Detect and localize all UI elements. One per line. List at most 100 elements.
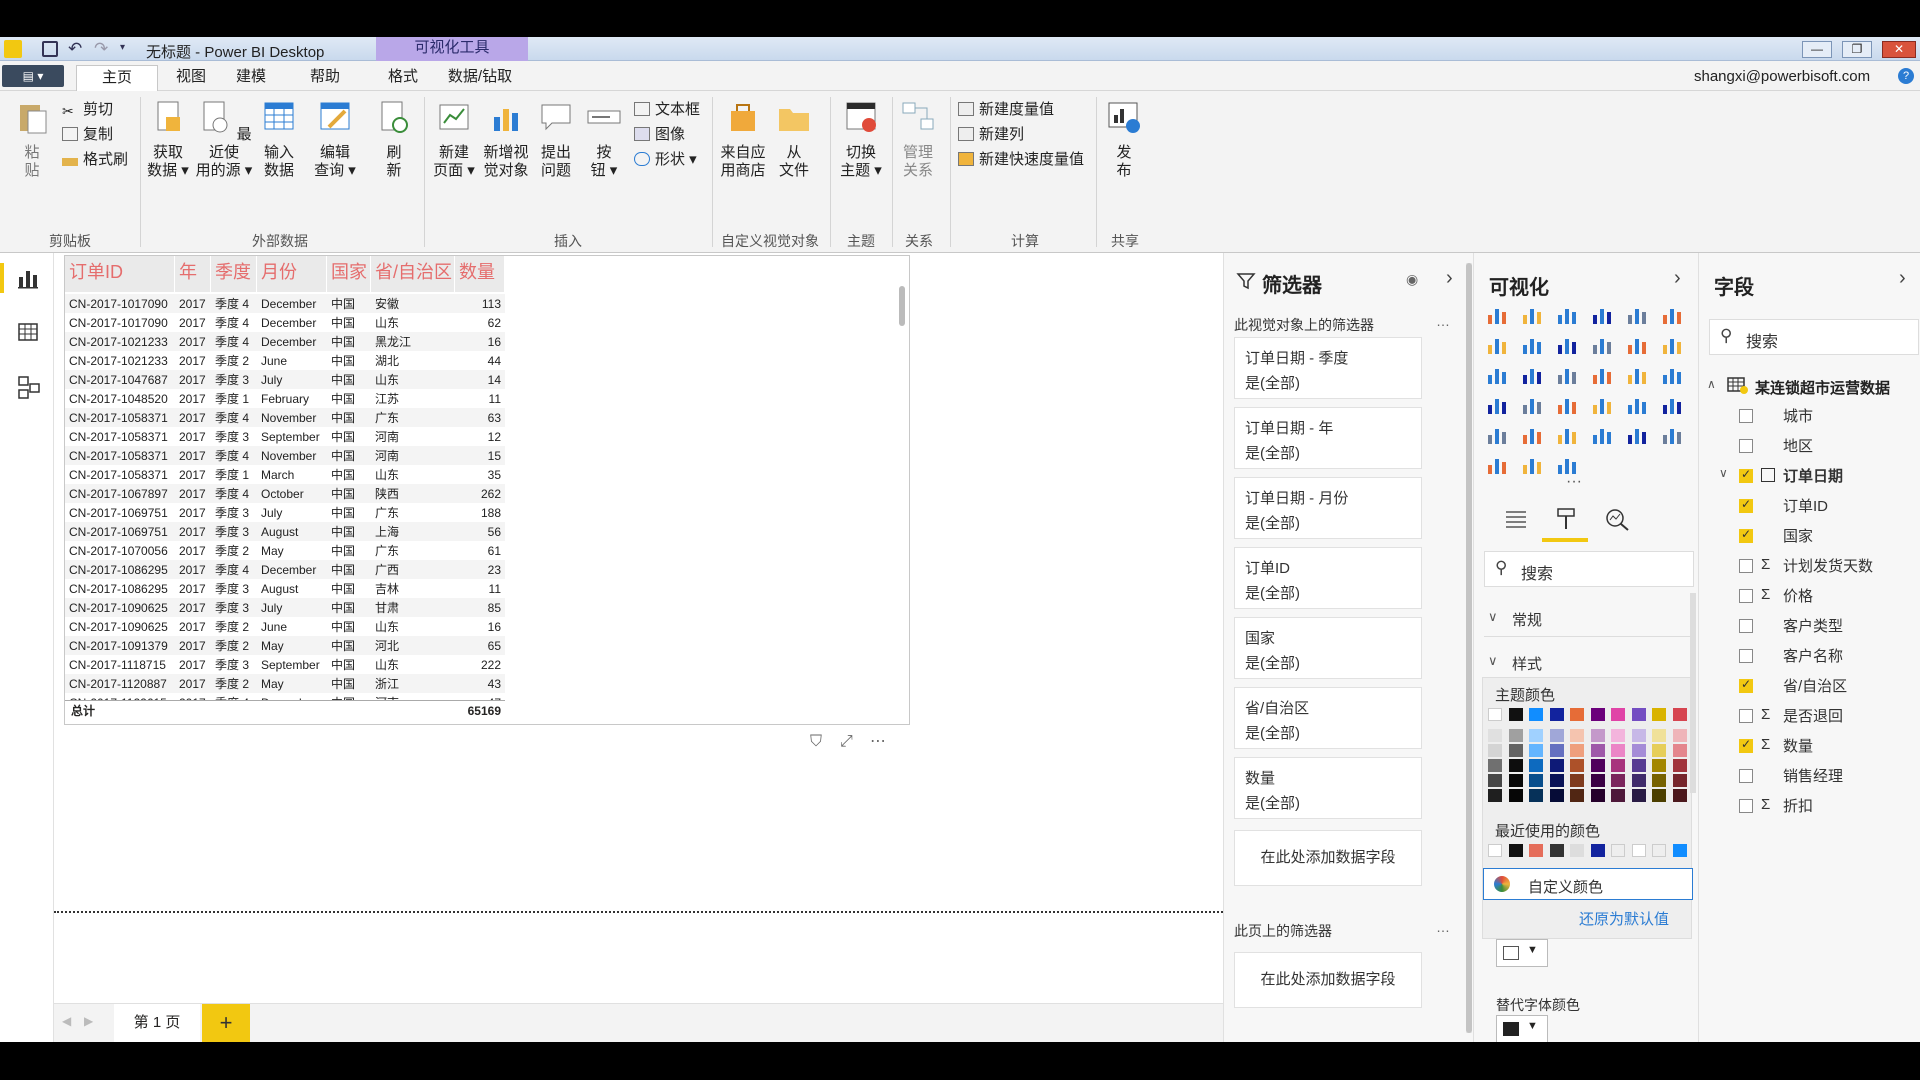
paste-button[interactable]: 粘 贴 — [12, 99, 52, 180]
ask-question-button[interactable]: 提出 问题 — [536, 99, 576, 180]
color-swatch[interactable] — [1590, 789, 1605, 802]
visual-filters-more-icon[interactable]: … — [1436, 313, 1450, 329]
color-swatch[interactable] — [1529, 789, 1543, 802]
from-file-button[interactable]: 从 文件 — [772, 99, 816, 180]
color-swatch[interactable] — [1631, 759, 1646, 772]
fields-tab-icon[interactable] — [1504, 509, 1528, 529]
color-swatch[interactable] — [1652, 759, 1666, 772]
field-item[interactable]: 城市 — [1699, 403, 1920, 429]
color-swatch[interactable] — [1549, 759, 1564, 772]
color-swatch[interactable] — [1672, 744, 1687, 757]
table-row[interactable]: CN-2017-1070056 2017 季度 2 May 中国 广东 61 — [65, 541, 505, 560]
color-swatch[interactable] — [1529, 759, 1543, 772]
color-swatch[interactable] — [1508, 774, 1523, 787]
field-item[interactable]: Σ 价格 — [1699, 583, 1920, 609]
field-checkbox[interactable] — [1739, 497, 1753, 513]
analytics-tab-icon[interactable] — [1604, 507, 1630, 531]
restore-button[interactable]: ❐ — [1842, 41, 1872, 58]
field-checkbox[interactable] — [1739, 559, 1753, 573]
table-row[interactable]: CN-2017-1086295 2017 季度 4 December 中国 广西 23 — [65, 560, 505, 579]
table-row[interactable]: CN-2017-1017090 2017 季度 4 December 中国 山东 62 — [65, 313, 505, 332]
field-checkbox[interactable] — [1739, 737, 1753, 753]
enter-data-button[interactable]: 输入 数据 — [258, 99, 300, 180]
recent-color-swatch[interactable] — [1549, 844, 1564, 857]
manage-relations-button[interactable]: 管理 关系 — [898, 99, 938, 180]
filled-map-icon[interactable] — [1486, 395, 1508, 415]
table-row[interactable]: CN-2017-1058371 2017 季度 4 November 中国 河南 15 — [65, 446, 505, 465]
cut-button[interactable]: ✂ 剪切 — [62, 99, 113, 121]
reset-default-link[interactable]: 还原为默认值 — [1579, 908, 1669, 929]
table-row[interactable]: CN-2017-1058371 2017 季度 4 November 中国 广东 63 — [65, 408, 505, 427]
color-swatch[interactable] — [1631, 774, 1646, 787]
table-row[interactable]: CN-2017-1091379 2017 季度 2 May 中国 河北 65 — [65, 636, 505, 655]
line-column-icon[interactable] — [1591, 335, 1613, 355]
report-view-icon[interactable] — [17, 267, 39, 289]
color-swatch[interactable] — [1611, 729, 1625, 742]
add-page-button[interactable]: + — [202, 1004, 250, 1042]
recent-sources-button[interactable]: 最近使 用的源 ▾ — [195, 99, 253, 180]
color-swatch[interactable] — [1529, 708, 1543, 721]
page-filters-more-icon[interactable]: … — [1436, 919, 1450, 935]
color-swatch[interactable] — [1672, 759, 1687, 772]
field-item[interactable]: 省/自治区 — [1699, 673, 1920, 699]
get-data-button[interactable]: 获取 数据 ▾ — [145, 99, 191, 180]
color-swatch[interactable] — [1488, 708, 1502, 721]
collapse-filters-icon[interactable]: › — [1446, 267, 1453, 290]
table-row[interactable]: CN-2017-1090625 2017 季度 2 June 中国 山东 16 — [65, 617, 505, 636]
color-swatch[interactable] — [1508, 744, 1523, 757]
map-icon[interactable] — [1661, 365, 1683, 385]
gauge-icon[interactable] — [1556, 395, 1578, 415]
color-swatch[interactable] — [1488, 759, 1502, 772]
filter-card[interactable]: 订单ID 是(全部) — [1234, 547, 1422, 609]
color-swatch[interactable] — [1652, 774, 1666, 787]
custom-visual-icon[interactable] — [1556, 455, 1578, 475]
field-checkbox[interactable] — [1739, 527, 1753, 543]
filter-card[interactable]: 省/自治区 是(全部) — [1234, 687, 1422, 749]
clustered-column-icon[interactable] — [1591, 305, 1613, 325]
clustered-bar-icon[interactable] — [1556, 305, 1578, 325]
quick-access-dropdown-icon[interactable]: ▾ — [120, 42, 125, 53]
color-swatch[interactable] — [1652, 729, 1666, 742]
recent-color-swatch[interactable] — [1590, 844, 1605, 857]
table-row[interactable]: CN-2017-1021233 2017 季度 4 December 中国 黑龙江 16 — [65, 332, 505, 351]
color-swatch[interactable] — [1631, 729, 1646, 742]
tab-help[interactable]: 帮助 — [300, 65, 350, 91]
format-paint-roller-icon[interactable] — [1554, 507, 1578, 531]
card-icon[interactable] — [1591, 395, 1613, 415]
python-visual-icon[interactable] — [1626, 425, 1648, 445]
line-clustered-icon[interactable] — [1626, 335, 1648, 355]
color-swatch[interactable] — [1590, 759, 1605, 772]
recent-color-swatch[interactable] — [1508, 844, 1523, 857]
area-icon[interactable] — [1521, 335, 1543, 355]
field-checkbox[interactable] — [1739, 439, 1753, 453]
stacked-bar-icon[interactable] — [1486, 305, 1508, 325]
table-row[interactable]: CN-2017-1058371 2017 季度 1 March 中国 山东 35 — [65, 465, 505, 484]
recent-color-swatch[interactable] — [1529, 844, 1543, 857]
copy-button[interactable]: 复制 — [62, 124, 113, 146]
table-row[interactable]: CN-2017-1047687 2017 季度 3 July 中国 山东 14 — [65, 370, 505, 389]
edit-queries-button[interactable]: 编辑 查询 ▾ — [312, 99, 358, 180]
matrix-icon[interactable] — [1556, 425, 1578, 445]
color-swatch[interactable] — [1488, 744, 1502, 757]
table-row[interactable]: CN-2017-1120887 2017 季度 2 May 中国 浙江 43 — [65, 674, 505, 693]
tab-data-drill[interactable]: 数据/钻取 — [440, 65, 520, 91]
tab-home[interactable]: 主页 — [76, 65, 158, 92]
color-swatch[interactable] — [1570, 759, 1584, 772]
redo-icon[interactable]: ↷ — [94, 39, 108, 59]
color-swatch[interactable] — [1672, 789, 1687, 802]
close-button[interactable]: ✕ — [1882, 41, 1916, 58]
eye-icon[interactable]: ◉ — [1406, 271, 1418, 288]
table-row[interactable]: CN-2017-1086295 2017 季度 3 August 中国 吉林 11 — [65, 579, 505, 598]
color-swatch[interactable] — [1570, 774, 1584, 787]
qa-visual-icon[interactable] — [1486, 455, 1508, 475]
column-header-order-id[interactable]: 订单ID — [65, 256, 175, 292]
color-swatch[interactable] — [1631, 789, 1646, 802]
field-item[interactable]: 地区 — [1699, 433, 1920, 459]
color-swatch[interactable] — [1508, 708, 1523, 721]
color-swatch[interactable] — [1590, 774, 1605, 787]
ribbon-icon[interactable] — [1661, 335, 1683, 355]
donut-icon[interactable] — [1591, 365, 1613, 385]
recent-color-swatch[interactable] — [1570, 844, 1584, 857]
tab-view[interactable]: 视图 — [166, 65, 216, 91]
color-swatch[interactable] — [1508, 729, 1523, 742]
